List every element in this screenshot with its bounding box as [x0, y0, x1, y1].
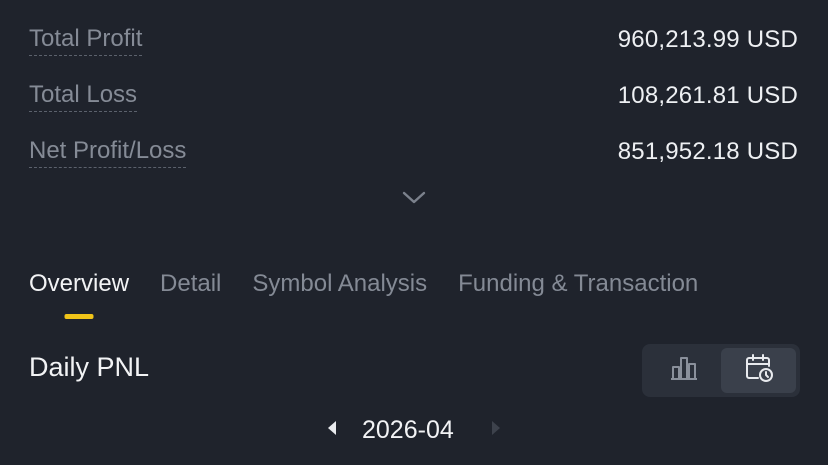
total-loss-label[interactable]: Total Loss [29, 80, 138, 112]
stat-row-net-profit-loss: Net Profit/Loss 851,952.18 USD [29, 135, 798, 169]
view-toggle [642, 344, 800, 397]
chevron-down-icon[interactable] [401, 189, 427, 207]
tab-symbol-analysis[interactable]: Symbol Analysis [252, 266, 427, 322]
caret-right-icon [491, 420, 501, 441]
bar-chart-icon [670, 354, 698, 387]
tab-detail[interactable]: Detail [160, 266, 221, 322]
tab-bar: Overview Detail Symbol Analysis Funding … [29, 266, 698, 322]
total-profit-label[interactable]: Total Profit [29, 24, 143, 56]
stat-row-total-profit: Total Profit 960,213.99 USD [29, 23, 798, 57]
calendar-view-button[interactable] [721, 348, 796, 393]
month-navigator: 2026-04 [0, 412, 828, 448]
daily-pnl-title: Daily PNL [29, 352, 150, 382]
tab-overview[interactable]: Overview [29, 266, 129, 322]
tab-funding-transaction[interactable]: Funding & Transaction [458, 266, 698, 322]
net-profit-loss-label[interactable]: Net Profit/Loss [29, 136, 187, 168]
bar-chart-view-button[interactable] [646, 348, 721, 393]
caret-left-icon [327, 420, 337, 441]
total-profit-value: 960,213.99 USD [617, 26, 798, 53]
net-profit-loss-value: 851,952.18 USD [617, 138, 798, 165]
next-month-button[interactable] [488, 420, 504, 440]
calendar-clock-icon [744, 353, 774, 388]
current-month: 2026-04 [362, 416, 454, 444]
previous-month-button[interactable] [324, 420, 340, 440]
stat-row-total-loss: Total Loss 108,261.81 USD [29, 79, 798, 113]
total-loss-value: 108,261.81 USD [617, 82, 798, 109]
pnl-page: Total Profit 960,213.99 USD Total Loss 1… [0, 0, 828, 465]
